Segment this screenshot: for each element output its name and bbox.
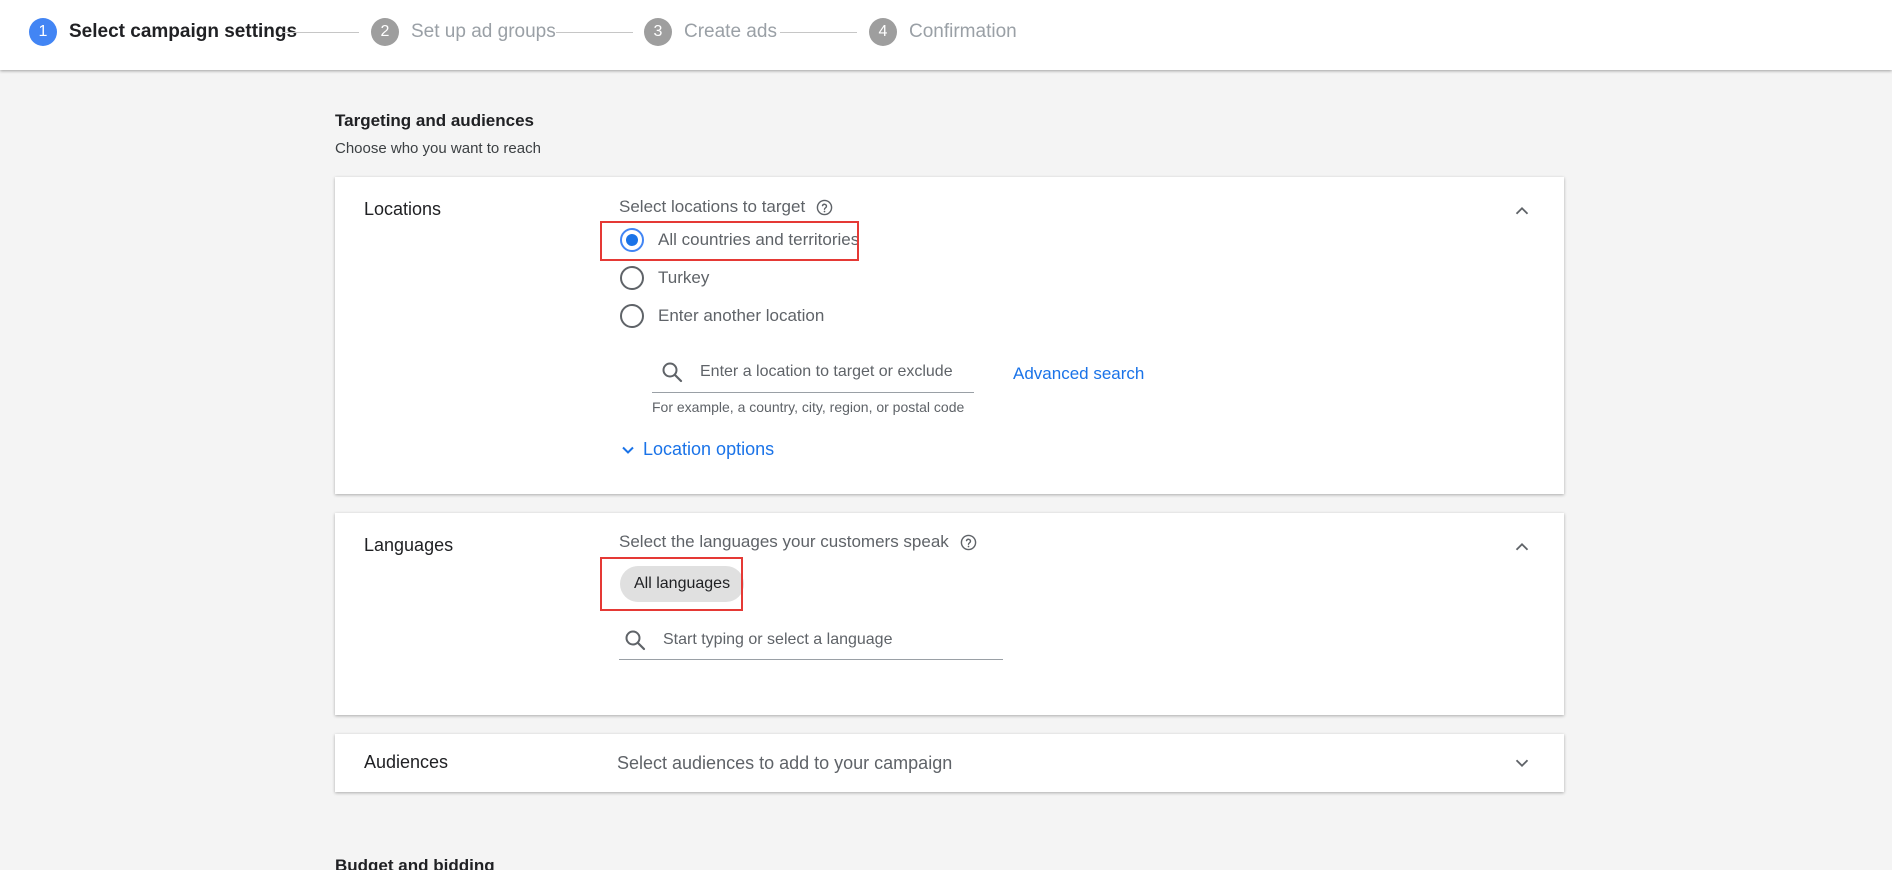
location-options-label: Location options (643, 439, 775, 459)
language-search-input[interactable]: Start typing or select a language (619, 620, 1003, 660)
step-set-up-ad-groups[interactable]: 2 Set up ad groups (371, 18, 556, 46)
locations-field-label-text: Select locations to target (619, 197, 806, 216)
languages-card: Languages Select the languages your cust… (335, 513, 1564, 715)
section-title-budget: Budget and bidding (335, 856, 495, 870)
languages-field-label: Select the languages your customers spea… (619, 532, 977, 552)
step-create-ads[interactable]: 3 Create ads (644, 18, 777, 46)
step-label: Confirmation (909, 21, 1017, 42)
help-icon[interactable] (816, 199, 833, 216)
step-connector (282, 32, 359, 33)
collapse-chevron-up-icon[interactable] (1511, 536, 1533, 558)
help-icon[interactable] (960, 534, 977, 551)
chevron-down-icon (622, 446, 634, 454)
languages-field-label-text: Select the languages your customers spea… (619, 532, 949, 551)
languages-title: Languages (364, 535, 454, 555)
expand-chevron-down-icon[interactable] (1511, 752, 1533, 774)
highlight-box (600, 557, 743, 611)
location-options-toggle[interactable]: Location options (618, 439, 774, 460)
radio-button[interactable] (620, 304, 644, 328)
locations-title: Locations (364, 199, 442, 219)
location-search-input[interactable]: Enter a location to target or exclude (652, 351, 974, 393)
collapse-chevron-up-icon[interactable] (1511, 200, 1533, 222)
radio-turkey[interactable]: Turkey (620, 265, 709, 291)
section-title-targeting: Targeting and audiences (335, 111, 535, 130)
step-number: 1 (29, 18, 57, 46)
search-icon (660, 360, 684, 384)
radio-label: Turkey (658, 268, 710, 287)
radio-label: Enter another location (658, 306, 825, 325)
step-select-campaign-settings[interactable]: 1 Select campaign settings (29, 18, 297, 46)
step-number: 4 (869, 18, 897, 46)
audiences-description: Select audiences to add to your campaign (617, 753, 953, 773)
campaign-stepper: 1 Select campaign settings 2 Set up ad g… (0, 0, 1892, 70)
step-number: 3 (644, 18, 672, 46)
step-connector (780, 32, 857, 33)
locations-card: Locations Select locations to target All… (335, 177, 1564, 494)
location-search-hint: For example, a country, city, region, or… (652, 399, 965, 415)
step-label: Set up ad groups (411, 21, 556, 42)
highlight-box (600, 221, 859, 261)
language-search-placeholder: Start typing or select a language (663, 630, 893, 648)
step-label: Select campaign settings (69, 21, 298, 42)
locations-field-label: Select locations to target (619, 197, 833, 217)
advanced-search-link[interactable]: Advanced search (1013, 364, 1144, 384)
audiences-title: Audiences (364, 752, 449, 772)
radio-button[interactable] (620, 266, 644, 290)
step-label: Create ads (684, 21, 777, 42)
location-search-placeholder: Enter a location to target or exclude (700, 362, 953, 380)
search-icon (623, 628, 647, 652)
step-connector (556, 32, 633, 33)
step-number: 2 (371, 18, 399, 46)
radio-enter-another-location[interactable]: Enter another location (620, 303, 824, 329)
step-confirmation[interactable]: 4 Confirmation (869, 18, 1017, 46)
section-subtitle-targeting: Choose who you want to reach (335, 140, 541, 157)
audiences-card[interactable]: Audiences Select audiences to add to you… (335, 734, 1564, 792)
